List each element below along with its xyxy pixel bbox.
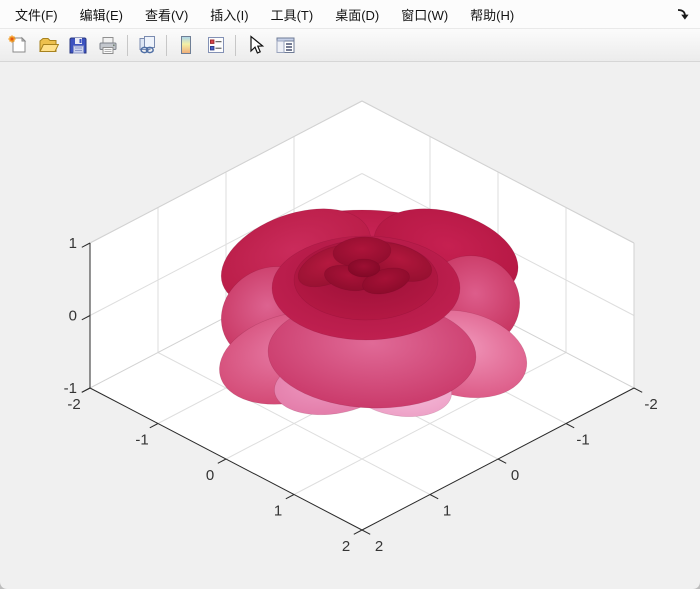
x-tick-label: 2 xyxy=(342,538,350,555)
menu-desktop[interactable]: 桌面(D) xyxy=(324,0,390,29)
y-tick-label: 0 xyxy=(511,467,519,484)
edit-plot-button[interactable] xyxy=(240,31,270,59)
z-tick-label: 0 xyxy=(69,308,77,325)
save-figure-button[interactable] xyxy=(63,31,93,59)
menu-tools[interactable]: 工具(T) xyxy=(260,0,325,29)
edit-plot-cursor-icon xyxy=(244,34,266,56)
menu-bar: 文件(F) 编辑(E) 查看(V) 插入(I) 工具(T) 桌面(D) 窗口(W… xyxy=(0,0,700,29)
toolbar-separator xyxy=(127,35,128,56)
figure-window: 文件(F) 编辑(E) 查看(V) 插入(I) 工具(T) 桌面(D) 窗口(W… xyxy=(0,0,700,589)
dock-figure-button[interactable] xyxy=(676,7,690,21)
toolbar-separator xyxy=(166,35,167,56)
colorbar-icon xyxy=(175,34,197,56)
new-figure-button[interactable] xyxy=(3,31,33,59)
plot-browser-icon xyxy=(274,34,296,56)
print-figure-button[interactable] xyxy=(93,31,123,59)
plot-3d-axes: -2-1012210-1-210-1 xyxy=(0,62,700,589)
figure-toolbar xyxy=(0,29,700,62)
link-plot-icon xyxy=(136,34,158,56)
toolbar-separator xyxy=(235,35,236,56)
y-tick-label: -2 xyxy=(644,396,657,413)
menu-edit[interactable]: 编辑(E) xyxy=(69,0,134,29)
z-tick-label: 1 xyxy=(69,235,77,252)
x-tick-label: -1 xyxy=(135,432,148,449)
x-tick-label: 0 xyxy=(206,467,214,484)
menu-window[interactable]: 窗口(W) xyxy=(390,0,459,29)
y-tick-label: -1 xyxy=(576,432,589,449)
y-tick-label: 2 xyxy=(375,538,383,555)
printer-icon xyxy=(97,34,119,56)
y-tick-label: 1 xyxy=(443,503,451,520)
menu-view[interactable]: 查看(V) xyxy=(134,0,199,29)
x-tick-label: 1 xyxy=(274,503,282,520)
x-tick-label: -2 xyxy=(67,396,80,413)
save-floppy-icon xyxy=(67,34,89,56)
z-tick-label: -1 xyxy=(64,380,77,397)
legend-icon xyxy=(205,34,227,56)
plot-browser-button[interactable] xyxy=(270,31,300,59)
dock-arrow-icon xyxy=(676,7,690,21)
figure-canvas: -2-1012210-1-210-1 xyxy=(0,62,700,589)
menu-help[interactable]: 帮助(H) xyxy=(459,0,525,29)
menu-insert[interactable]: 插入(I) xyxy=(199,0,259,29)
rose-petal xyxy=(348,259,380,277)
new-figure-icon xyxy=(7,34,29,56)
menu-file[interactable]: 文件(F) xyxy=(4,0,69,29)
link-plot-button[interactable] xyxy=(132,31,162,59)
insert-legend-button[interactable] xyxy=(201,31,231,59)
open-file-button[interactable] xyxy=(33,31,63,59)
insert-colorbar-button[interactable] xyxy=(171,31,201,59)
open-folder-icon xyxy=(37,34,59,56)
